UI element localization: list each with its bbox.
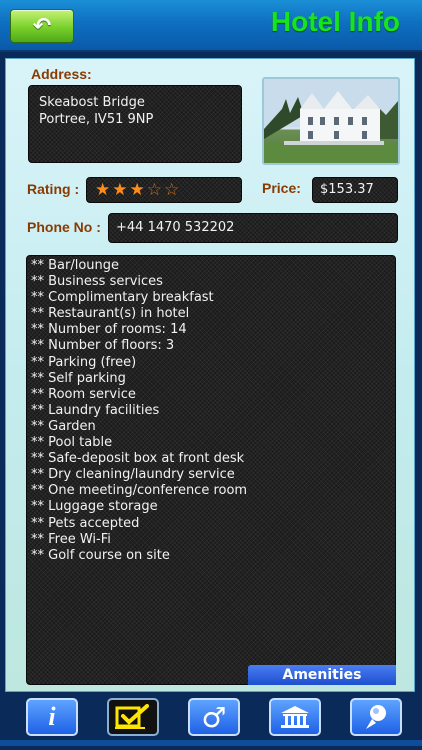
address-label: Address: xyxy=(31,66,92,82)
map-pin-icon xyxy=(366,705,386,729)
amenity-item: ** Number of rooms: 14 xyxy=(31,322,187,338)
male-symbol-icon: ♂ xyxy=(201,700,227,734)
address-box: Skeabost Bridge Portree, IV51 9NP xyxy=(28,85,242,163)
amenity-item: ** Golf course on site xyxy=(31,547,170,563)
phone-label: Phone No : xyxy=(27,219,101,235)
hotel-building-image xyxy=(264,79,398,163)
toolbar-baseline xyxy=(0,740,422,746)
amenity-item: ** Complimentary breakfast xyxy=(31,290,214,306)
address-line-1: Skeabost Bridge xyxy=(39,95,145,110)
phone-number[interactable]: +44 1470 532202 xyxy=(108,213,398,243)
amenity-item: ** Restaurant(s) in hotel xyxy=(31,306,190,322)
amenity-item: ** Pets accepted xyxy=(31,515,140,531)
back-button[interactable]: ↶ xyxy=(10,9,74,43)
amenity-item: ** Number of floors: 3 xyxy=(31,338,175,354)
amenity-item: ** Bar/lounge xyxy=(31,258,120,273)
amenities-button[interactable] xyxy=(107,698,159,736)
amenity-item: ** Room service xyxy=(31,386,136,402)
amenity-item: ** Business services xyxy=(31,274,163,290)
star-filled-icon: ★ xyxy=(95,180,113,200)
back-arrow-icon: ↶ xyxy=(32,13,52,39)
map-button[interactable] xyxy=(350,698,402,736)
checkmark-icon xyxy=(115,704,149,729)
bottom-toolbar: i ♂ xyxy=(0,696,422,750)
price-value: $153.37 xyxy=(312,177,398,203)
star-filled-icon: ★ xyxy=(129,180,147,200)
price-label: Price: xyxy=(262,180,301,196)
amenity-item: ** Garden xyxy=(31,418,96,434)
amenity-item: ** Free Wi-Fi xyxy=(31,531,111,547)
star-filled-icon: ★ xyxy=(112,180,130,200)
page-title: Hotel Info xyxy=(270,6,400,37)
hotel-photo xyxy=(262,77,400,165)
amenity-item: ** Laundry facilities xyxy=(31,402,160,418)
header-bar: ↶ Hotel Info xyxy=(0,0,422,50)
amenities-list: ** Bar/lounge ** Business services ** Comp… xyxy=(26,255,396,685)
amenity-item: ** Luggage storage xyxy=(31,499,158,515)
gender-button[interactable]: ♂ xyxy=(188,698,240,736)
amenity-item: ** Safe-deposit box at front desk xyxy=(31,451,245,467)
star-empty-icon: ☆ xyxy=(146,180,164,200)
amenities-items: ** Bar/lounge ** Business services ** Comp… xyxy=(31,258,391,564)
amenities-tab[interactable]: Amenities xyxy=(248,665,396,685)
address-line-2: Portree, IV51 9NP xyxy=(39,112,154,127)
info-button[interactable]: i xyxy=(26,698,78,736)
star-rating: ★★★☆☆ xyxy=(86,177,242,203)
star-empty-icon: ☆ xyxy=(164,180,182,200)
rating-label: Rating : xyxy=(27,181,80,197)
amenity-item: ** One meeting/conference room xyxy=(31,483,248,499)
amenity-item: ** Self parking xyxy=(31,370,126,386)
hotel-info-panel: Address: Skeabost Bridge Portree, IV51 9… xyxy=(5,58,415,692)
bank-button[interactable] xyxy=(269,698,321,736)
amenity-item: ** Parking (free) xyxy=(31,354,137,370)
info-icon: i xyxy=(48,702,56,731)
amenity-item: ** Pool table xyxy=(31,435,113,451)
bank-icon xyxy=(281,706,309,728)
amenity-item: ** Dry cleaning/laundry service xyxy=(31,467,235,483)
